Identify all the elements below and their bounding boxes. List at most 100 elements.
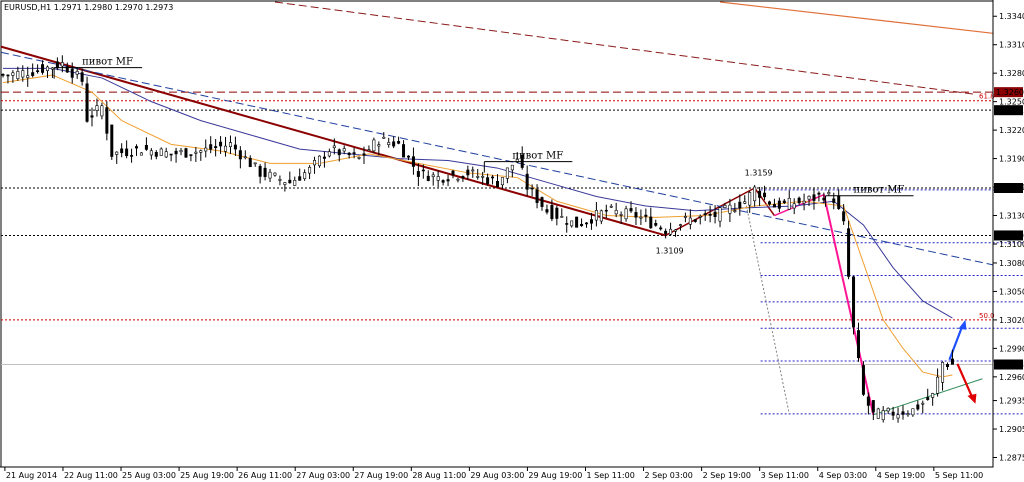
candle-body bbox=[916, 404, 920, 410]
candle-body bbox=[372, 139, 376, 152]
candle-body bbox=[36, 70, 40, 73]
candle-body bbox=[189, 154, 193, 156]
candle-body bbox=[802, 200, 806, 204]
candle-body bbox=[856, 330, 860, 359]
candle-body bbox=[535, 189, 539, 203]
candle-body bbox=[456, 178, 460, 181]
candle-body bbox=[723, 205, 727, 208]
candle-body bbox=[278, 179, 282, 181]
candle-body bbox=[589, 219, 593, 224]
candle-body bbox=[357, 157, 361, 159]
candle-body bbox=[491, 176, 495, 179]
candle-body bbox=[135, 146, 139, 149]
candle-body bbox=[550, 205, 554, 220]
candle-body bbox=[649, 216, 653, 229]
candle-body bbox=[936, 376, 940, 394]
candle-body bbox=[303, 172, 307, 179]
candle-body bbox=[594, 210, 598, 221]
time-tick-label: 25 Aug 03:00 bbox=[122, 471, 176, 480]
candle-body bbox=[486, 177, 490, 184]
candle-body bbox=[585, 222, 589, 225]
candle-body bbox=[832, 198, 836, 203]
candle-body bbox=[545, 209, 549, 213]
candle-body bbox=[753, 186, 757, 202]
candle-body bbox=[322, 156, 326, 159]
price-chart[interactable]: 61.850.0 0.023.638.250.061.876.4100.0 пи… bbox=[0, 0, 1024, 482]
candle-body bbox=[945, 364, 949, 368]
price-tick-label: 1.2960 bbox=[999, 373, 1024, 382]
candle-body bbox=[911, 408, 915, 416]
candle-body bbox=[901, 411, 905, 415]
candle-body bbox=[179, 150, 183, 153]
candle-body bbox=[619, 214, 623, 216]
candle-body bbox=[461, 176, 465, 179]
candle-body bbox=[392, 141, 396, 147]
candle-body bbox=[703, 213, 707, 215]
candle-body bbox=[60, 62, 64, 67]
candle-body bbox=[644, 214, 648, 217]
candle-body bbox=[842, 211, 846, 222]
candle-body bbox=[896, 414, 900, 419]
candle-body bbox=[807, 195, 811, 200]
candle-body bbox=[698, 216, 702, 218]
price-tick-label: 1.3130 bbox=[999, 212, 1024, 221]
candle-body bbox=[500, 177, 504, 186]
candle-body bbox=[120, 148, 124, 154]
price-tick-label: 1.2990 bbox=[999, 344, 1024, 353]
candle-body bbox=[337, 149, 341, 156]
candle-body bbox=[214, 146, 218, 148]
candle-body bbox=[115, 151, 119, 155]
time-tick-label: 27 Aug 03:00 bbox=[296, 471, 350, 480]
candle-body bbox=[580, 223, 584, 227]
candle-body bbox=[540, 197, 544, 207]
candle-body bbox=[718, 207, 722, 222]
candle-body bbox=[263, 167, 267, 177]
candle-body bbox=[634, 212, 638, 218]
time-tick-label: 2 Sep 19:00 bbox=[703, 471, 751, 480]
candle-body bbox=[174, 150, 178, 155]
candle-body bbox=[347, 152, 351, 156]
candle-body bbox=[6, 74, 10, 77]
price-point-label: 1.3159 bbox=[745, 169, 773, 178]
candle-body bbox=[777, 200, 781, 209]
level-label: 61.8 bbox=[979, 93, 995, 101]
candle-body bbox=[926, 397, 930, 400]
candle-body bbox=[555, 207, 559, 219]
candle-body bbox=[560, 216, 564, 218]
candle-body bbox=[332, 145, 336, 149]
candle-body bbox=[387, 142, 391, 145]
price-tick-label: 1.3310 bbox=[999, 41, 1024, 50]
candle-body bbox=[782, 200, 786, 203]
candle-body bbox=[481, 175, 485, 178]
candle-body bbox=[772, 204, 776, 208]
price-tick-label: 1.3050 bbox=[999, 287, 1024, 296]
chart-window[interactable]: 61.850.0 0.023.638.250.061.876.4100.0 пи… bbox=[0, 0, 1024, 482]
candle-body bbox=[713, 211, 717, 217]
level-label: 50.0 bbox=[979, 312, 995, 320]
candle-body bbox=[219, 141, 223, 147]
candle-body bbox=[683, 216, 687, 218]
candle-body bbox=[268, 171, 272, 179]
candle-body bbox=[100, 105, 104, 117]
candle-body bbox=[659, 227, 663, 230]
candle-body bbox=[708, 213, 712, 216]
candle-body bbox=[382, 136, 386, 139]
candle-body bbox=[950, 358, 954, 365]
candle-body bbox=[827, 192, 831, 195]
time-tick-label: 28 Aug 11:00 bbox=[412, 471, 466, 480]
time-tick-label: 29 Aug 19:00 bbox=[528, 471, 582, 480]
candle-body bbox=[228, 142, 232, 147]
candle-body bbox=[283, 182, 287, 185]
candle-body bbox=[149, 150, 153, 156]
candle-body bbox=[293, 180, 297, 186]
candle-body bbox=[466, 169, 470, 176]
candle-body bbox=[233, 144, 237, 150]
candle-body bbox=[733, 210, 737, 212]
price-tick-label: 1.3340 bbox=[999, 12, 1024, 21]
price-tick-label: 1.3100 bbox=[999, 240, 1024, 249]
candle-body bbox=[654, 223, 658, 226]
candle-body bbox=[50, 67, 54, 70]
candle-body bbox=[822, 197, 826, 201]
candle-body bbox=[224, 145, 228, 152]
price-tick-label: 1.3020 bbox=[999, 316, 1024, 325]
